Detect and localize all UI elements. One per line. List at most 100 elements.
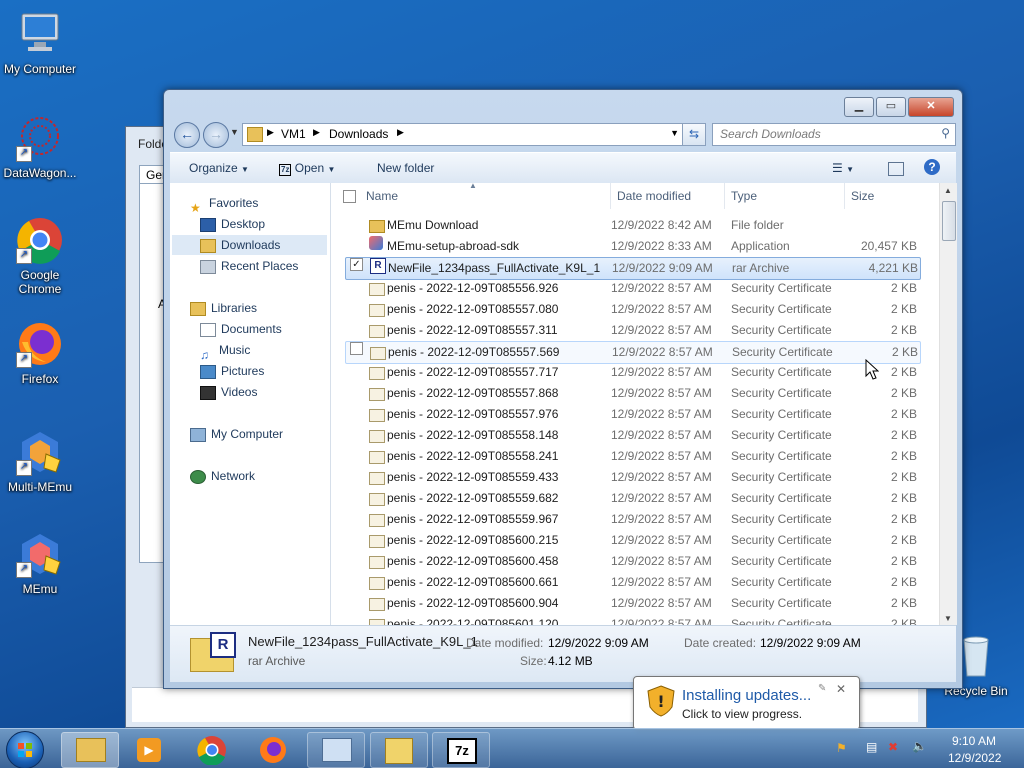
explorer-window[interactable]: ▁ ▭ ✕ ← → ▼ ▶ VM1 ▶ Downloads ▶ ▼ ⇆ Sear… — [163, 89, 963, 689]
maximize-button[interactable]: ▭ — [876, 97, 906, 117]
network-status-icon[interactable]: ▤ — [866, 740, 877, 754]
nav-libraries[interactable]: Libraries — [190, 298, 350, 318]
row-checkbox[interactable] — [350, 342, 363, 355]
file-row[interactable]: penis - 2022-12-09T085557.868 12/9/2022 8… — [345, 383, 919, 404]
desktop-icon-multi-memu[interactable]: ↗ Multi-MEmu — [0, 428, 80, 494]
file-row[interactable]: penis - 2022-12-09T085600.215 12/9/2022 8… — [345, 530, 919, 551]
back-button[interactable]: ← — [174, 122, 200, 148]
scrollbar-thumb[interactable] — [942, 201, 956, 241]
cert-icon — [369, 577, 385, 590]
file-row[interactable]: penis - 2022-12-09T085601.120 12/9/2022 8… — [345, 614, 919, 625]
file-row[interactable]: MEmu Download 12/9/2022 8:42 AM File folde… — [345, 215, 919, 236]
help-icon[interactable]: ? — [924, 159, 940, 175]
file-row[interactable]: penis - 2022-12-09T085600.458 12/9/2022 8… — [345, 551, 919, 572]
breadcrumb-vm1[interactable]: VM1 — [281, 127, 306, 141]
app-icon — [369, 236, 383, 250]
desktop-icon-datawagon[interactable]: ↗ DataWagon... — [0, 114, 80, 180]
file-size: 2 KB — [890, 323, 917, 337]
desktop-icon-memu[interactable]: ↗ MEmu — [0, 530, 80, 596]
start-orb-icon[interactable] — [6, 731, 44, 768]
file-row[interactable]: penis - 2022-12-09T085556.926 12/9/2022 8… — [345, 278, 919, 299]
close-button[interactable]: ✕ — [908, 97, 954, 117]
file-type: Security Certificate — [731, 554, 832, 568]
file-row[interactable]: penis - 2022-12-09T085559.682 12/9/2022 8… — [345, 488, 919, 509]
file-row[interactable]: ✓ R NewFile_1234pass_FullActivate_K9L_1 12/… — [345, 257, 921, 280]
balloon-close-icon[interactable]: ✕ — [836, 682, 846, 696]
taskbar-folder-button[interactable] — [370, 732, 428, 768]
chrome-icon: ↗ — [16, 216, 64, 264]
file-size: 2 KB — [890, 512, 917, 526]
nav-recent-places-label: Recent Places — [221, 259, 299, 273]
cert-icon — [369, 388, 385, 401]
file-row[interactable]: penis - 2022-12-09T085557.080 12/9/2022 8… — [345, 299, 919, 320]
action-center-warning-icon[interactable]: ⚑ — [836, 741, 847, 755]
refresh-button[interactable]: ⇆ — [682, 123, 706, 146]
nav-downloads-label: Downloads — [221, 238, 281, 252]
file-row[interactable]: penis - 2022-12-09T085600.661 12/9/2022 8… — [345, 572, 919, 593]
column-header-date[interactable]: Date modified — [610, 183, 691, 209]
nav-downloads[interactable]: Downloads — [172, 235, 327, 255]
file-row[interactable]: penis - 2022-12-09T085557.569 12/9/2022 8… — [345, 341, 921, 364]
file-date: 12/9/2022 8:57 AM — [611, 596, 712, 610]
forward-button[interactable]: → — [203, 122, 229, 148]
view-options-icon[interactable]: ☰ ▼ — [832, 161, 854, 175]
file-row[interactable]: penis - 2022-12-09T085558.241 12/9/2022 8… — [345, 446, 919, 467]
taskbar-chrome-button[interactable] — [183, 732, 241, 768]
file-date: 12/9/2022 9:09 AM — [612, 261, 713, 275]
file-row[interactable]: penis - 2022-12-09T085558.148 12/9/2022 8… — [345, 425, 919, 446]
file-size: 2 KB — [890, 365, 917, 379]
notification-balloon[interactable]: ! Installing updates... Click to view pr… — [633, 676, 860, 730]
open-button[interactable]: 7z Open ▼ — [279, 161, 335, 176]
minimize-button[interactable]: ▁ — [844, 97, 874, 117]
column-header-name[interactable]: Name — [366, 183, 398, 209]
file-row[interactable]: penis - 2022-12-09T085557.976 12/9/2022 8… — [345, 404, 919, 425]
scroll-up-icon[interactable]: ▲ — [944, 186, 952, 195]
vertical-scrollbar[interactable]: ▲ ▼ — [939, 183, 957, 625]
clock-date[interactable]: 12/9/2022 — [948, 751, 1001, 765]
new-folder-button[interactable]: New folder — [377, 161, 434, 175]
taskbar-control-panel-button[interactable] — [307, 732, 365, 768]
videos-icon — [200, 385, 216, 400]
folder-icon — [385, 738, 413, 764]
control-panel-icon — [322, 738, 352, 762]
desktop-icon-my-computer[interactable]: My Computer — [0, 10, 80, 76]
preview-pane-icon[interactable] — [888, 162, 904, 176]
taskbar-7zip-button[interactable]: 7z — [432, 732, 490, 768]
nav-network[interactable]: Network — [190, 466, 350, 486]
file-type: Security Certificate — [731, 512, 832, 526]
file-row[interactable]: penis - 2022-12-09T085557.311 12/9/2022 8… — [345, 320, 919, 341]
file-row[interactable]: MEmu-setup-abroad-sdk 12/9/2022 8:33 AM Ap… — [345, 236, 919, 257]
row-checkbox[interactable]: ✓ — [350, 258, 363, 271]
cert-icon — [369, 325, 385, 338]
nav-my-computer[interactable]: My Computer — [190, 424, 350, 444]
forward-arrow-icon: → — [209, 126, 223, 142]
file-type: Security Certificate — [731, 428, 832, 442]
nav-favorites[interactable]: ★ Favorites — [190, 193, 350, 215]
file-row[interactable]: penis - 2022-12-09T085559.433 12/9/2022 8… — [345, 467, 919, 488]
file-size: 2 KB — [890, 386, 917, 400]
no-network-icon[interactable]: ✖ — [888, 740, 898, 754]
column-header-type[interactable]: Type — [724, 183, 757, 209]
organize-button[interactable]: Organize ▼ — [189, 161, 249, 175]
address-bar[interactable]: ▶ VM1 ▶ Downloads ▶ ▼ — [242, 123, 684, 146]
file-row[interactable]: penis - 2022-12-09T085600.904 12/9/2022 8… — [345, 593, 919, 614]
search-input[interactable]: Search Downloads ⚲ — [712, 123, 956, 146]
clock-time[interactable]: 9:10 AM — [952, 734, 996, 748]
file-row[interactable]: penis - 2022-12-09T085559.967 12/9/2022 8… — [345, 509, 919, 530]
column-header-size[interactable]: Size — [844, 183, 874, 209]
breadcrumb-downloads[interactable]: Downloads — [329, 127, 388, 141]
volume-icon[interactable]: 🔈 — [912, 739, 927, 753]
scroll-down-icon[interactable]: ▼ — [944, 614, 952, 623]
taskbar-explorer-button[interactable] — [61, 732, 119, 768]
organize-label: Organize — [189, 161, 238, 175]
taskbar-firefox-button[interactable] — [244, 732, 302, 768]
recent-pages-dropdown-icon[interactable]: ▼ — [230, 127, 239, 137]
desktop-icon-chrome[interactable]: ↗ Google Chrome — [0, 216, 80, 296]
pin-icon[interactable]: ✎ — [818, 683, 826, 694]
desktop-icon-firefox[interactable]: ↗ Firefox — [0, 320, 80, 386]
file-name: penis - 2022-12-09T085559.682 — [387, 491, 559, 505]
address-dropdown-icon[interactable]: ▼ — [670, 128, 679, 138]
taskbar-media-player-button[interactable]: ▶ — [122, 732, 180, 768]
select-all-checkbox[interactable] — [343, 190, 356, 203]
file-row[interactable]: penis - 2022-12-09T085557.717 12/9/2022 8… — [345, 362, 919, 383]
